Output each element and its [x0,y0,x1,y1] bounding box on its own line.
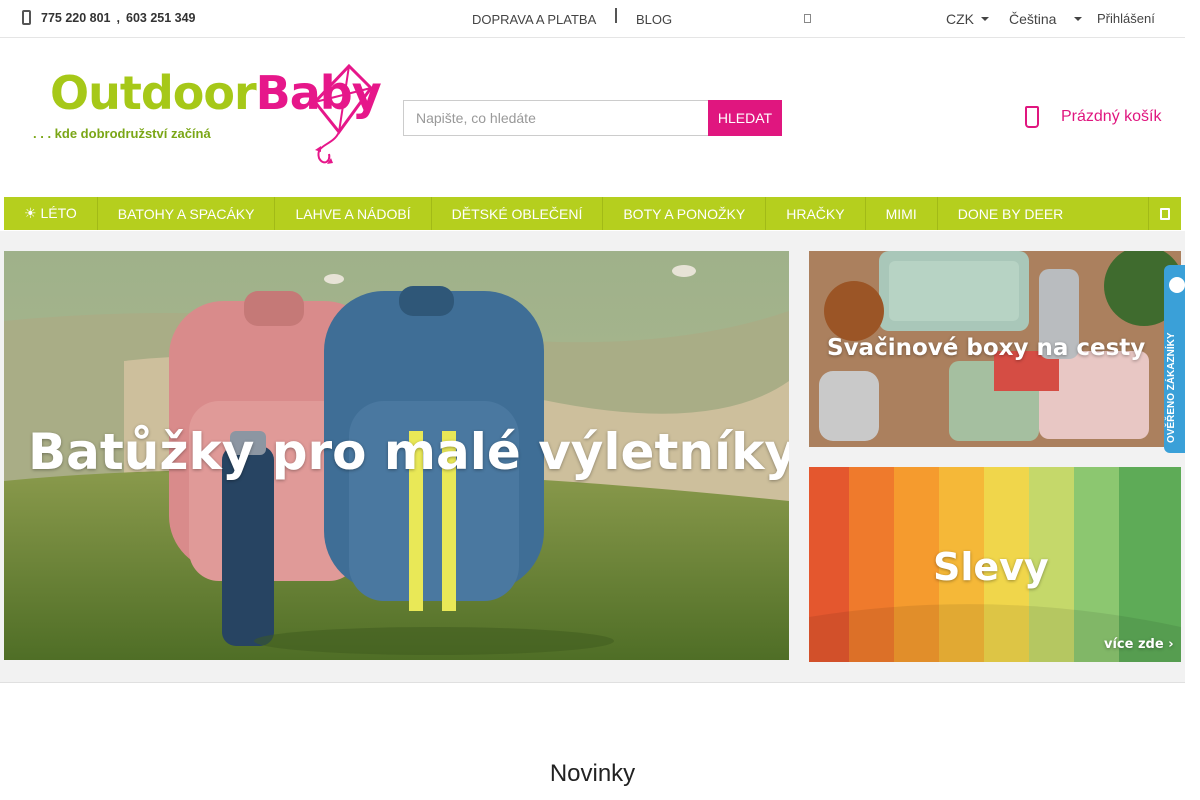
nav-item-summer[interactable]: ☀ LÉTO [4,197,98,230]
verified-badge-text: OVĚŘENO ZÁKAZNÍKY [1166,332,1177,443]
sale-banner[interactable]: Slevy více zde › [809,467,1181,662]
nav-item-bottles[interactable]: LAHVE A NÁDOBÍ [275,197,432,230]
verified-icon [1169,277,1185,293]
logo-tagline: . . . kde dobrodružství začíná [33,126,211,141]
language-label: Čeština [1009,11,1057,27]
main-navigation: ☀ LÉTO BATOHY A SPACÁKY LAHVE A NÁDOBÍ D… [4,197,1181,230]
verified-customers-badge[interactable]: OVĚŘENO ZÁKAZNÍKY [1164,265,1185,453]
hero-banner-text: Batůžky pro malé výletníky [28,423,789,481]
search-bar: HLEDAT [403,100,782,136]
top-bar: 775 220 801, 603 251 349 DOPRAVA A PLATB… [0,0,1185,38]
language-dropdown[interactable]: Čeština [1009,11,1083,27]
phone-number-1[interactable]: 775 220 801 [41,11,111,25]
nav-item-toys[interactable]: HRAČKY [766,197,866,230]
search-input[interactable] [403,100,708,136]
currency-dropdown[interactable]: CZK [946,11,989,27]
phone-separator: , [116,10,120,25]
menu-toggle-button[interactable] [1148,197,1181,230]
lunchbox-banner-text: Svačinové boxy na cesty [827,335,1146,361]
mini-cart-icon[interactable] [804,14,811,23]
chevron-down-icon [1074,17,1083,21]
cart-label: Prázdný košík [1061,108,1162,125]
shopping-bag-icon [1025,106,1039,128]
login-link[interactable]: Přihlášení [1097,11,1155,26]
sale-more-link[interactable]: více zde › [1104,637,1174,652]
phone-contact: 775 220 801, 603 251 349 [22,10,196,25]
divider [615,8,617,23]
nav-item-kids-clothing[interactable]: DĚTSKÉ OBLEČENÍ [432,197,604,230]
site-logo[interactable]: OutdoorBaby . . . kde dobrodružství začí… [30,62,382,172]
search-button[interactable]: HLEDAT [708,100,782,136]
link-blog[interactable]: BLOG [636,12,672,27]
nav-item-shoes-socks[interactable]: BOTY A PONOŽKY [603,197,767,230]
currency-label: CZK [946,11,974,27]
nav-item-backpacks[interactable]: BATOHY A SPACÁKY [98,197,276,230]
phone-icon [22,10,31,25]
link-shipping-payment[interactable]: DOPRAVA A PLATBA [472,12,596,27]
kite-icon [313,63,373,164]
nav-item-mimi[interactable]: MIMI [866,197,938,230]
section-title-new-products: Novinky [549,760,636,787]
sale-banner-text: Slevy [933,545,1049,589]
hero-banner[interactable]: Batůžky pro malé výletníky [4,251,789,660]
chevron-down-icon [981,17,989,21]
menu-icon [1160,207,1170,220]
lunchbox-banner[interactable]: Svačinové boxy na cesty [809,251,1181,447]
cart[interactable]: Prázdný košík [1025,106,1161,128]
phone-number-2[interactable]: 603 251 349 [126,11,196,25]
nav-item-done-by-deer[interactable]: DONE BY DEER [938,197,1084,230]
banner-area: Batůžky pro malé výletníky Svačinové box… [0,231,1185,683]
